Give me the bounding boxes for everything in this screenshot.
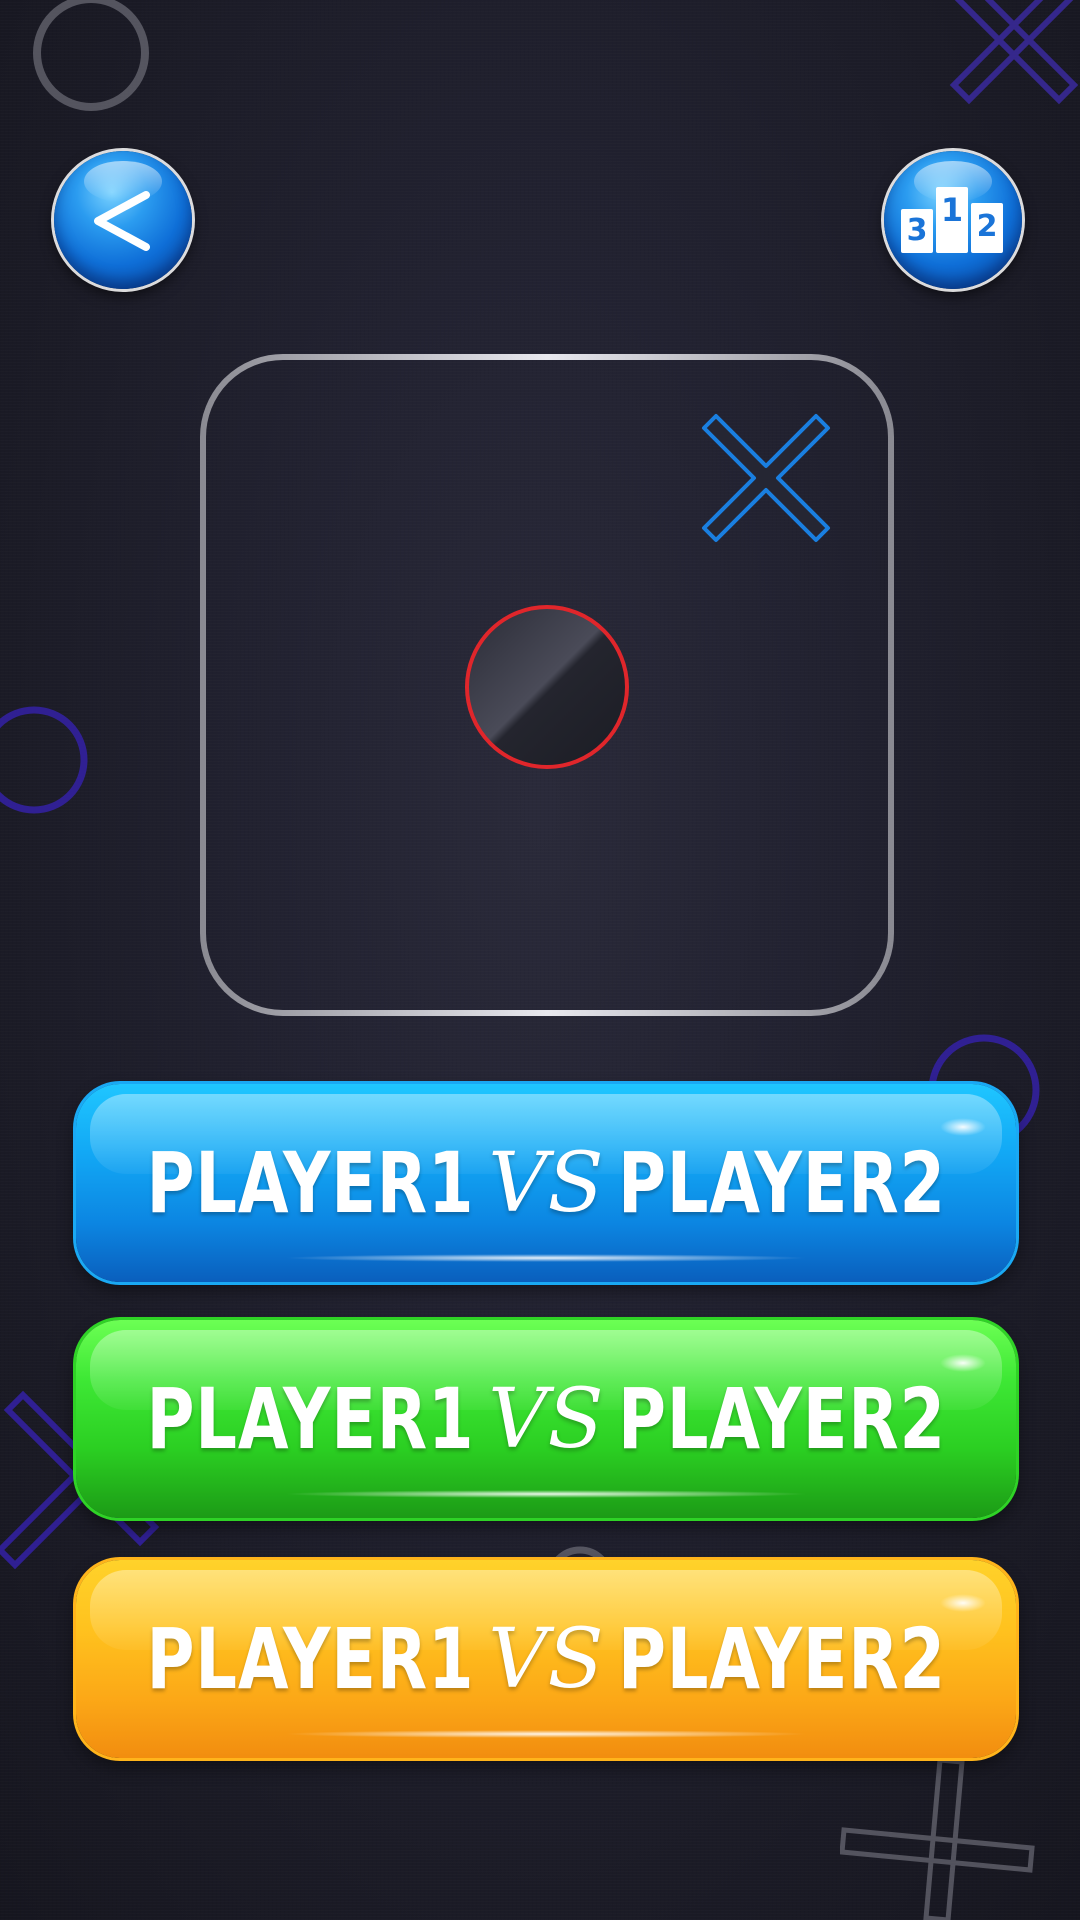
leaderboard-button[interactable]: 3 1 2 [884, 151, 1022, 289]
decor-circle-top-left [33, 0, 149, 111]
player1-label: PLAYER1 [146, 1610, 475, 1708]
o-mark [465, 605, 629, 769]
vs-label: VS [488, 1611, 604, 1707]
podium-rank-third: 3 [906, 213, 928, 248]
podium-rank-first: 1 [940, 191, 964, 229]
tic-tac-toe-board [199, 353, 895, 1017]
player2-label: PLAYER2 [617, 1370, 946, 1468]
mode-button-orange[interactable]: PLAYER1 VS PLAYER2 [76, 1560, 1016, 1758]
player2-label: PLAYER2 [617, 1134, 946, 1232]
decor-circle-left [0, 706, 88, 814]
podium-rank-second: 2 [976, 209, 998, 244]
mode-button-green[interactable]: PLAYER1 VS PLAYER2 [76, 1320, 1016, 1518]
mode-label: PLAYER1 VS PLAYER2 [76, 1560, 1016, 1758]
player1-label: PLAYER1 [146, 1134, 475, 1232]
mode-button-blue[interactable]: PLAYER1 VS PLAYER2 [76, 1084, 1016, 1282]
decor-plus-bottom-right [840, 1757, 1035, 1920]
mode-label: PLAYER1 VS PLAYER2 [76, 1084, 1016, 1282]
decor-x-top-right [949, 0, 1079, 105]
player2-label: PLAYER2 [617, 1610, 946, 1708]
mode-label: PLAYER1 VS PLAYER2 [76, 1320, 1016, 1518]
back-button[interactable] [54, 151, 192, 289]
vs-label: VS [488, 1135, 604, 1231]
x-mark [702, 414, 830, 542]
back-chevron-icon [94, 191, 150, 251]
player1-label: PLAYER1 [146, 1370, 475, 1468]
vs-label: VS [488, 1371, 604, 1467]
